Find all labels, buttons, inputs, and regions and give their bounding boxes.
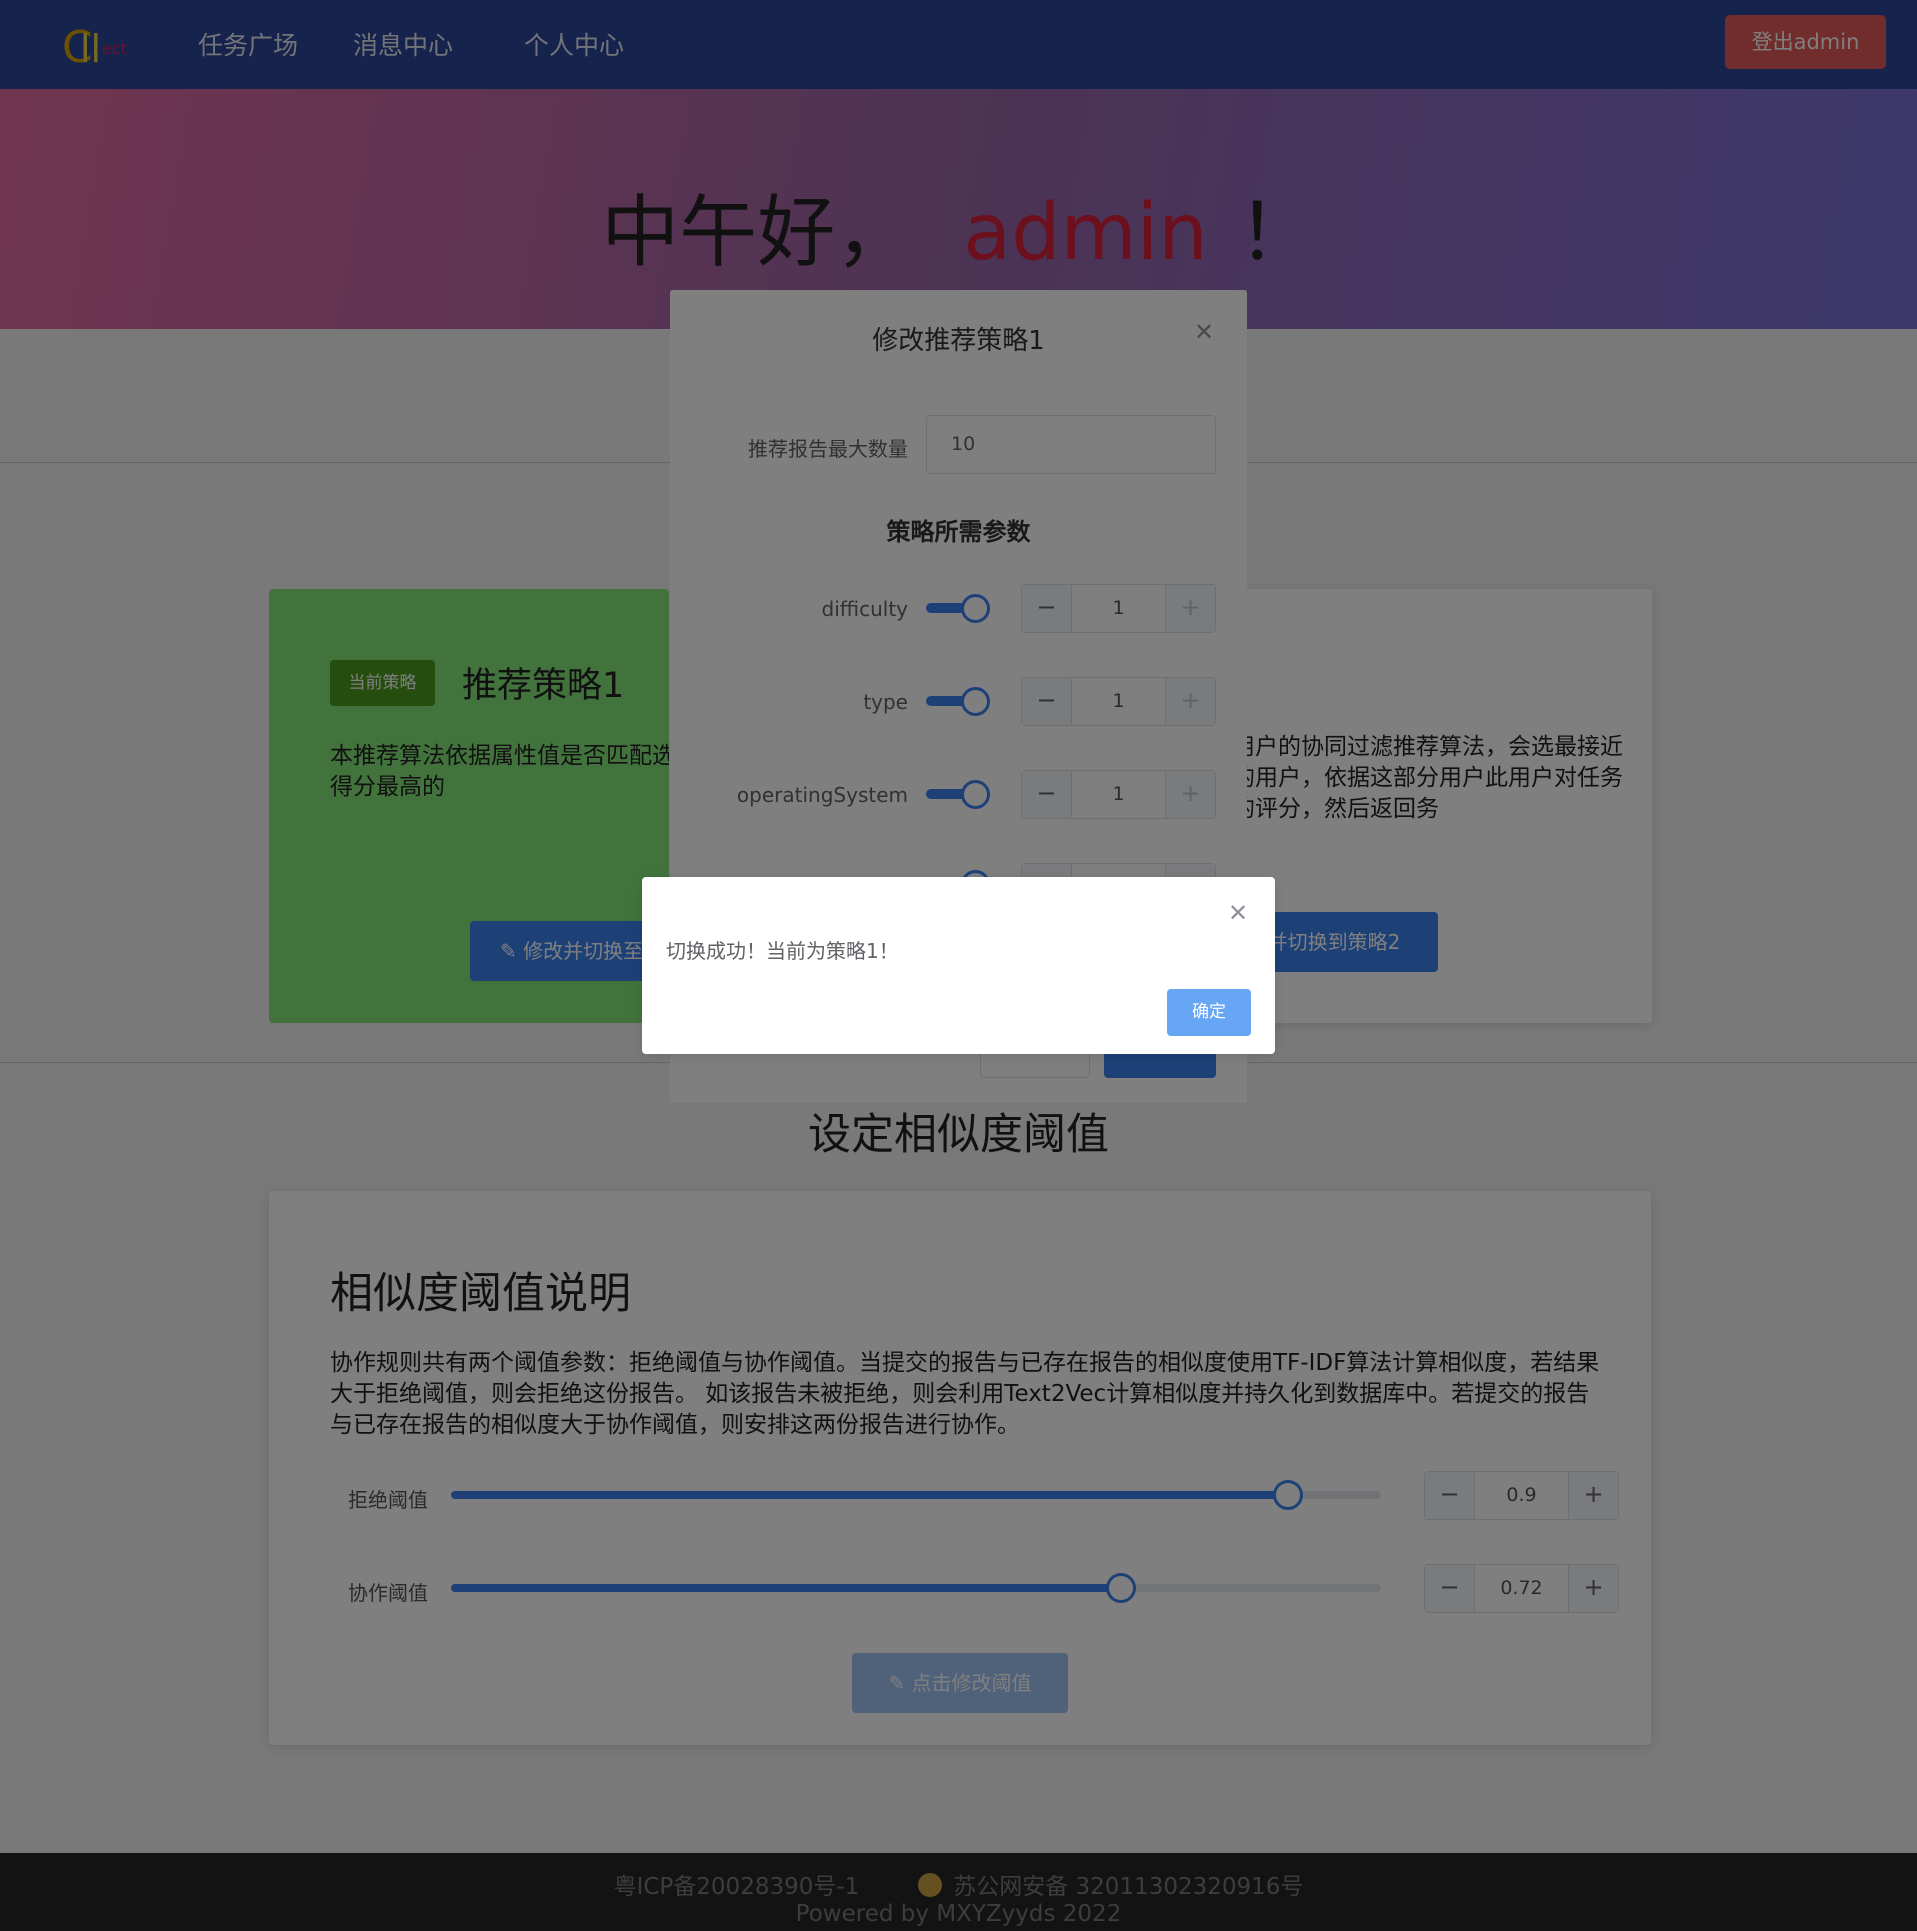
message-text: 切换成功！当前为策略1！ [666, 939, 899, 963]
close-icon[interactable]: ✕ [1228, 899, 1248, 927]
success-message-box: ✕ 切换成功！当前为策略1！ 确定 [642, 877, 1275, 1054]
ok-button[interactable]: 确定 [1167, 989, 1251, 1036]
